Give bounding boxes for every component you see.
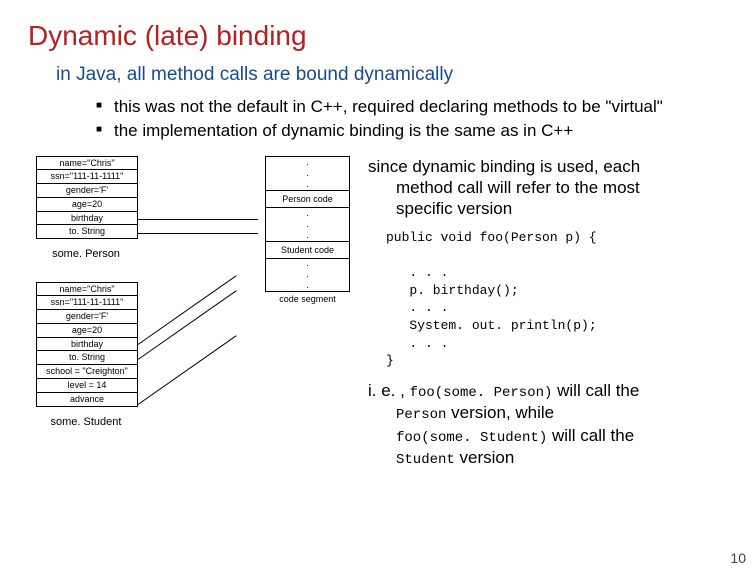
memory-column: . . . Person code . . . Student code . .… [265, 156, 350, 307]
arrow-line [138, 219, 258, 220]
object-box-person: name="Chris" ssn="111-11-1111" gender='F… [36, 156, 138, 240]
text: will call the [547, 426, 634, 445]
obj-row: ssn="111-11-1111" [37, 296, 137, 310]
memory-label: Student code [266, 241, 349, 258]
obj-row: school = "Creighton" [37, 365, 137, 379]
slide-title: Dynamic (late) binding [28, 20, 728, 52]
obj-row: age=20 [37, 324, 137, 338]
obj-row: ssn="111-11-1111" [37, 170, 137, 184]
inline-code: Person [396, 407, 446, 423]
obj-row: name="Chris" [37, 157, 137, 171]
text: version [455, 448, 515, 467]
dots: . [266, 269, 349, 280]
obj-row: gender='F' [37, 184, 137, 198]
obj-row: birthday [37, 212, 137, 226]
text-line: method call will refer to the most [396, 177, 738, 198]
bullet-item: the implementation of dynamic binding is… [96, 120, 728, 141]
text: version, while [446, 403, 554, 422]
dots: . [266, 230, 349, 241]
memory-segment: . . . Person code [265, 156, 350, 208]
inline-code: Student [396, 452, 455, 468]
explanation-text: since dynamic binding is used, each meth… [368, 156, 738, 220]
dots: . [266, 258, 349, 269]
text: i. e. , [368, 381, 410, 400]
conclusion-text: i. e. , foo(some. Person) will call the … [368, 380, 738, 470]
bullet-item: this was not the default in C++, require… [96, 96, 728, 117]
bullet-list: this was not the default in C++, require… [96, 96, 728, 142]
memory-segment: . . . Student code [265, 207, 350, 259]
obj-row: advance [37, 393, 137, 406]
inline-code: foo(some. Student) [396, 430, 547, 446]
code-block: public void foo(Person p) { . . . p. bir… [386, 229, 738, 369]
dots: . [266, 157, 349, 168]
obj-row: to. String [37, 225, 137, 238]
obj-row: level = 14 [37, 379, 137, 393]
dots: . [266, 280, 349, 291]
text-line: since dynamic binding is used, each [368, 157, 640, 176]
slide-subtitle: in Java, all method calls are bound dyna… [56, 64, 728, 86]
slide-number: 10 [730, 550, 746, 566]
object-box-student: name="Chris" ssn="111-11-1111" gender='F… [36, 282, 138, 407]
dots: . [266, 219, 349, 230]
memory-label: Person code [266, 190, 349, 207]
arrow-line [138, 275, 237, 345]
dots: . [266, 168, 349, 179]
memory-caption: code segment [265, 291, 350, 307]
arrow-line [138, 290, 237, 360]
memory-segment: . . . [265, 258, 350, 292]
obj-row: age=20 [37, 198, 137, 212]
object-label-student: some. Student [36, 416, 136, 428]
text-line: specific version [396, 198, 738, 219]
arrow-line [138, 233, 258, 234]
obj-row: to. String [37, 351, 137, 365]
arrow-line [138, 335, 237, 405]
right-column: since dynamic binding is used, each meth… [368, 156, 738, 480]
obj-row: birthday [37, 338, 137, 352]
inline-code: foo(some. Person) [410, 385, 553, 401]
obj-row: name="Chris" [37, 283, 137, 297]
object-label-person: some. Person [36, 248, 136, 260]
dots: . [266, 179, 349, 190]
dots: . [266, 208, 349, 219]
obj-row: gender='F' [37, 310, 137, 324]
diagram-area: name="Chris" ssn="111-11-1111" gender='F… [28, 156, 728, 496]
text: will call the [552, 381, 639, 400]
